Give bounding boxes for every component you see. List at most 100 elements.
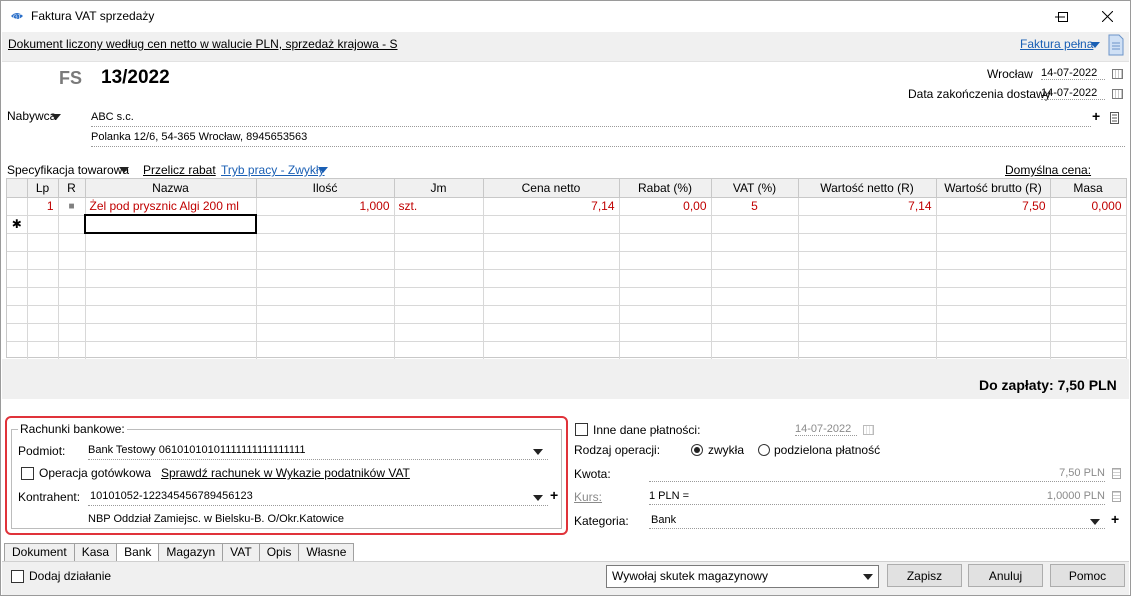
operation-normal-label[interactable]: zwykła — [708, 443, 744, 457]
close-button[interactable] — [1084, 1, 1130, 32]
cell-vat[interactable]: 5 — [711, 197, 799, 216]
add-category-icon[interactable]: + — [1111, 511, 1119, 527]
cell-discount[interactable]: 0,00 — [619, 197, 712, 216]
document-number[interactable]: 13/2022 — [101, 67, 170, 89]
buyer-label[interactable]: Nabywca — [7, 109, 56, 123]
payment-date-field[interactable]: 14-07-2022 — [795, 423, 857, 436]
empty-cell[interactable] — [483, 215, 620, 234]
empty-cell[interactable] — [936, 215, 1051, 234]
column-header[interactable]: VAT (%) — [711, 179, 799, 198]
column-header[interactable]: Jm — [394, 179, 484, 198]
cell-unit[interactable]: szt. — [394, 197, 484, 216]
column-header[interactable]: Lp — [27, 179, 59, 198]
buyer-name-field[interactable]: ABC s.c. — [91, 111, 1091, 127]
other-payment-data-checkbox[interactable] — [575, 423, 588, 436]
calendar-icon[interactable] — [863, 425, 874, 435]
help-button[interactable]: Pomoc — [1050, 564, 1125, 587]
entity-label: Podmiot: — [18, 444, 66, 458]
column-header — [7, 179, 28, 198]
cell-net-price[interactable]: 7,14 — [483, 197, 620, 216]
title-bar[interactable]: GT Faktura VAT sprzedaży — [1, 1, 1130, 32]
cell-qty[interactable]: 1,000 — [256, 197, 395, 216]
chevron-down-icon[interactable] — [318, 167, 328, 173]
operation-split-label[interactable]: podzielona płatność — [774, 443, 880, 457]
other-payment-data-label[interactable]: Inne dane płatności: — [593, 423, 700, 437]
cash-operation-checkbox[interactable] — [21, 467, 34, 480]
tab-bank[interactable]: Bank — [116, 543, 160, 562]
verify-account-link[interactable]: Sprawdź rachunek w Wykazie podatników VA… — [161, 466, 410, 480]
column-header[interactable]: Nazwa — [85, 179, 257, 198]
column-header[interactable]: R — [58, 179, 86, 198]
work-mode-link[interactable]: Tryb pracy - Zwykły — [221, 163, 325, 177]
cell-mass[interactable]: 0,000 — [1050, 197, 1127, 216]
tab-opis[interactable]: Opis — [258, 543, 300, 562]
recalc-discount-link[interactable]: Przelicz rabat — [143, 163, 216, 177]
issue-date-field[interactable]: 14-07-2022 — [1041, 67, 1105, 80]
chevron-down-icon[interactable] — [533, 449, 543, 455]
tab-kasa[interactable]: Kasa — [73, 543, 118, 562]
save-button[interactable]: Zapisz — [887, 564, 962, 587]
maximize-button[interactable] — [1040, 1, 1086, 32]
exchange-rate-field[interactable]: 1,0000 PLN — [649, 490, 1105, 505]
operation-normal-radio[interactable] — [691, 444, 703, 456]
cancel-button[interactable]: Anuluj — [968, 564, 1043, 587]
warehouse-effect-select[interactable]: Wywołaj skutek magazynowy — [606, 565, 879, 588]
empty-cell[interactable] — [27, 215, 59, 234]
empty-cell[interactable] — [619, 215, 712, 234]
window-title: Faktura VAT sprzedaży — [31, 9, 155, 23]
add-buyer-icon[interactable]: + — [1092, 108, 1100, 124]
chevron-down-icon[interactable] — [1090, 42, 1100, 48]
table-row[interactable]: 1 ■ Żel pod prysznic Algi 200 ml 1,000 s… — [7, 197, 1127, 216]
calculator-icon[interactable] — [1112, 468, 1121, 479]
delivery-date-field[interactable]: 14-07-2022 — [1041, 87, 1105, 100]
entity-account-select[interactable]: Bank Testowy 06101010101111111111111111 — [88, 444, 548, 460]
cell-gross-value[interactable]: 7,50 — [936, 197, 1051, 216]
column-header[interactable]: Wartość netto (R) — [798, 179, 937, 198]
cell-name[interactable]: Żel pod prysznic Algi 200 ml — [85, 197, 257, 216]
chevron-down-icon[interactable] — [533, 495, 543, 501]
chevron-down-icon[interactable] — [119, 167, 129, 173]
tab-magazyn[interactable]: Magazyn — [158, 543, 224, 562]
document-icon[interactable] — [1107, 34, 1125, 56]
add-account-icon[interactable]: + — [550, 487, 558, 503]
calendar-icon[interactable] — [1112, 69, 1123, 79]
amount-field[interactable]: 7,50 PLN — [649, 467, 1105, 482]
column-header[interactable]: Wartość brutto (R) — [936, 179, 1051, 198]
items-table[interactable]: Lp R Nazwa Ilość Jm Cena netto Rabat (%)… — [6, 178, 1127, 360]
empty-cell[interactable] — [394, 215, 484, 234]
cell-net-value[interactable]: 7,14 — [798, 197, 937, 216]
empty-cell[interactable] — [798, 215, 937, 234]
column-header[interactable]: Ilość — [256, 179, 395, 198]
new-table-row[interactable]: ✱ — [7, 214, 1127, 234]
column-header[interactable]: Rabat (%) — [619, 179, 712, 198]
cell-lp[interactable]: 1 — [27, 197, 59, 216]
empty-cell[interactable] — [58, 215, 86, 234]
empty-cell[interactable] — [711, 215, 799, 234]
column-header[interactable]: Cena netto — [483, 179, 620, 198]
chevron-down-icon[interactable] — [51, 114, 61, 120]
add-action-checkbox[interactable] — [11, 570, 24, 583]
row-selector[interactable] — [7, 197, 28, 216]
spec-menu[interactable]: Specyfikacja towarowa — [7, 163, 129, 177]
tab-wlasne[interactable]: Własne — [298, 543, 355, 562]
bank-accounts-legend: Rachunki bankowe: — [18, 422, 127, 436]
tab-vat[interactable]: VAT — [222, 543, 260, 562]
category-select[interactable]: Bank — [649, 514, 1105, 529]
empty-cell[interactable] — [256, 215, 395, 234]
active-cell[interactable] — [84, 214, 257, 234]
add-action-label[interactable]: Dodaj działanie — [29, 569, 111, 583]
invoice-type-link[interactable]: Faktura pełna — [1020, 37, 1093, 51]
calculator-icon[interactable] — [1112, 491, 1121, 502]
column-header[interactable]: Masa — [1050, 179, 1127, 198]
chevron-down-icon[interactable] — [1090, 519, 1100, 525]
document-description[interactable]: Dokument liczony według cen netto w walu… — [8, 37, 398, 51]
operation-split-radio[interactable] — [758, 444, 770, 456]
contractor-account-select[interactable]: 10101052-122345456789456123 — [88, 490, 548, 506]
buyer-card-icon[interactable] — [1110, 112, 1119, 124]
exchange-rate-link[interactable]: Kurs: — [574, 490, 602, 504]
tab-dokument[interactable]: Dokument — [4, 543, 75, 562]
empty-cell[interactable] — [1050, 215, 1127, 234]
cell-r[interactable]: ■ — [58, 197, 86, 216]
calendar-icon[interactable] — [1112, 89, 1123, 99]
cash-operation-label[interactable]: Operacja gotówkowa — [39, 466, 151, 480]
